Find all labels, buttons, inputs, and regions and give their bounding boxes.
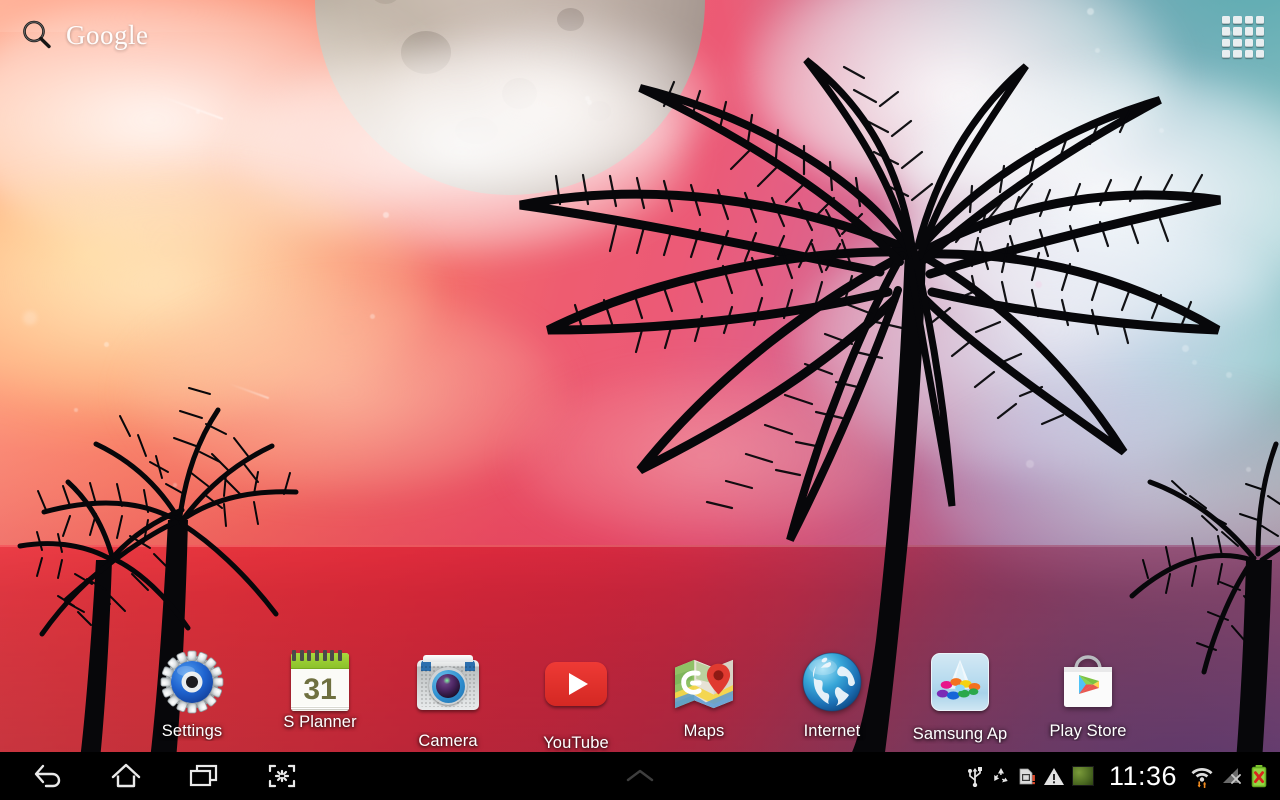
grid-cell <box>1233 16 1242 25</box>
recycle-icon <box>991 766 1011 786</box>
grid-cell <box>1222 16 1231 25</box>
grid-cell <box>1222 27 1231 36</box>
grid-cell <box>1222 38 1231 47</box>
no-signal-icon <box>1221 766 1243 786</box>
sd-card-alert-icon <box>1018 766 1036 786</box>
settings-gear-icon <box>160 650 224 714</box>
grid-cell <box>1233 27 1242 36</box>
app-label: Play Store <box>1049 722 1127 740</box>
app-icon-samsung-apps[interactable]: Samsung Ap <box>904 650 1016 744</box>
app-icon-s-planner[interactable]: 31 S Planner <box>264 650 376 732</box>
app-icon-play-store[interactable]: Play Store <box>1032 650 1144 741</box>
status-bar-clock[interactable]: 11:36 <box>1109 761 1177 792</box>
app-label: Internet <box>803 722 861 740</box>
app-label: Samsung Ap <box>912 725 1008 743</box>
search-icon[interactable] <box>20 18 54 52</box>
grid-cell <box>1255 49 1264 58</box>
screenshot-button[interactable] <box>256 756 308 796</box>
home-button[interactable] <box>100 756 152 796</box>
grid-cell <box>1233 38 1242 47</box>
app-icon-youtube[interactable]: YouTube <box>520 650 632 753</box>
grid-cell <box>1244 27 1253 36</box>
google-search-widget[interactable]: Google <box>10 12 158 58</box>
photo-thumbnail-icon[interactable] <box>1071 766 1094 786</box>
search-input[interactable]: Google <box>66 20 148 51</box>
app-icon-internet[interactable]: Internet <box>776 650 888 741</box>
grid-cell <box>1222 49 1231 58</box>
grid-cell <box>1255 16 1264 25</box>
recents-button[interactable] <box>178 756 230 796</box>
system-navigation-bar: 11:36 <box>0 752 1280 800</box>
app-label: YouTube <box>543 734 609 752</box>
warning-icon <box>1043 766 1065 786</box>
back-button[interactable] <box>22 756 74 796</box>
app-label: Settings <box>161 722 223 740</box>
status-bar[interactable]: 11:36 <box>966 752 1274 800</box>
chevron-up-icon[interactable] <box>623 767 657 785</box>
home-screen: Google Settings 31 S Planner Camera YouT… <box>0 0 1280 800</box>
nav-buttons <box>0 756 308 796</box>
usb-icon <box>966 765 984 787</box>
app-dock: Settings 31 S Planner Camera YouTube Map… <box>0 650 1280 760</box>
app-icon-camera[interactable]: Camera <box>392 650 504 751</box>
grid-cell <box>1255 27 1264 36</box>
grid-cell <box>1244 16 1253 25</box>
app-label: Maps <box>683 722 725 740</box>
maps-icon <box>672 650 736 714</box>
grid-cell <box>1255 38 1264 47</box>
globe-icon <box>800 650 864 714</box>
battery-error-icon <box>1250 764 1268 788</box>
youtube-icon <box>544 662 608 726</box>
app-icon-settings[interactable]: Settings <box>136 650 248 741</box>
calendar-icon: 31 <box>288 650 352 717</box>
grid-cell <box>1244 38 1253 47</box>
grid-cell <box>1244 49 1253 58</box>
calendar-day: 31 <box>303 672 337 706</box>
camera-icon <box>416 655 480 724</box>
wifi-icon <box>1190 764 1214 788</box>
grid-cell <box>1233 49 1242 58</box>
app-label: Camera <box>418 732 478 750</box>
apps-grid-icon[interactable] <box>1222 16 1264 58</box>
play-store-icon <box>1056 650 1120 714</box>
app-icon-maps[interactable]: Maps <box>648 650 760 741</box>
samsung-apps-icon <box>928 653 992 717</box>
